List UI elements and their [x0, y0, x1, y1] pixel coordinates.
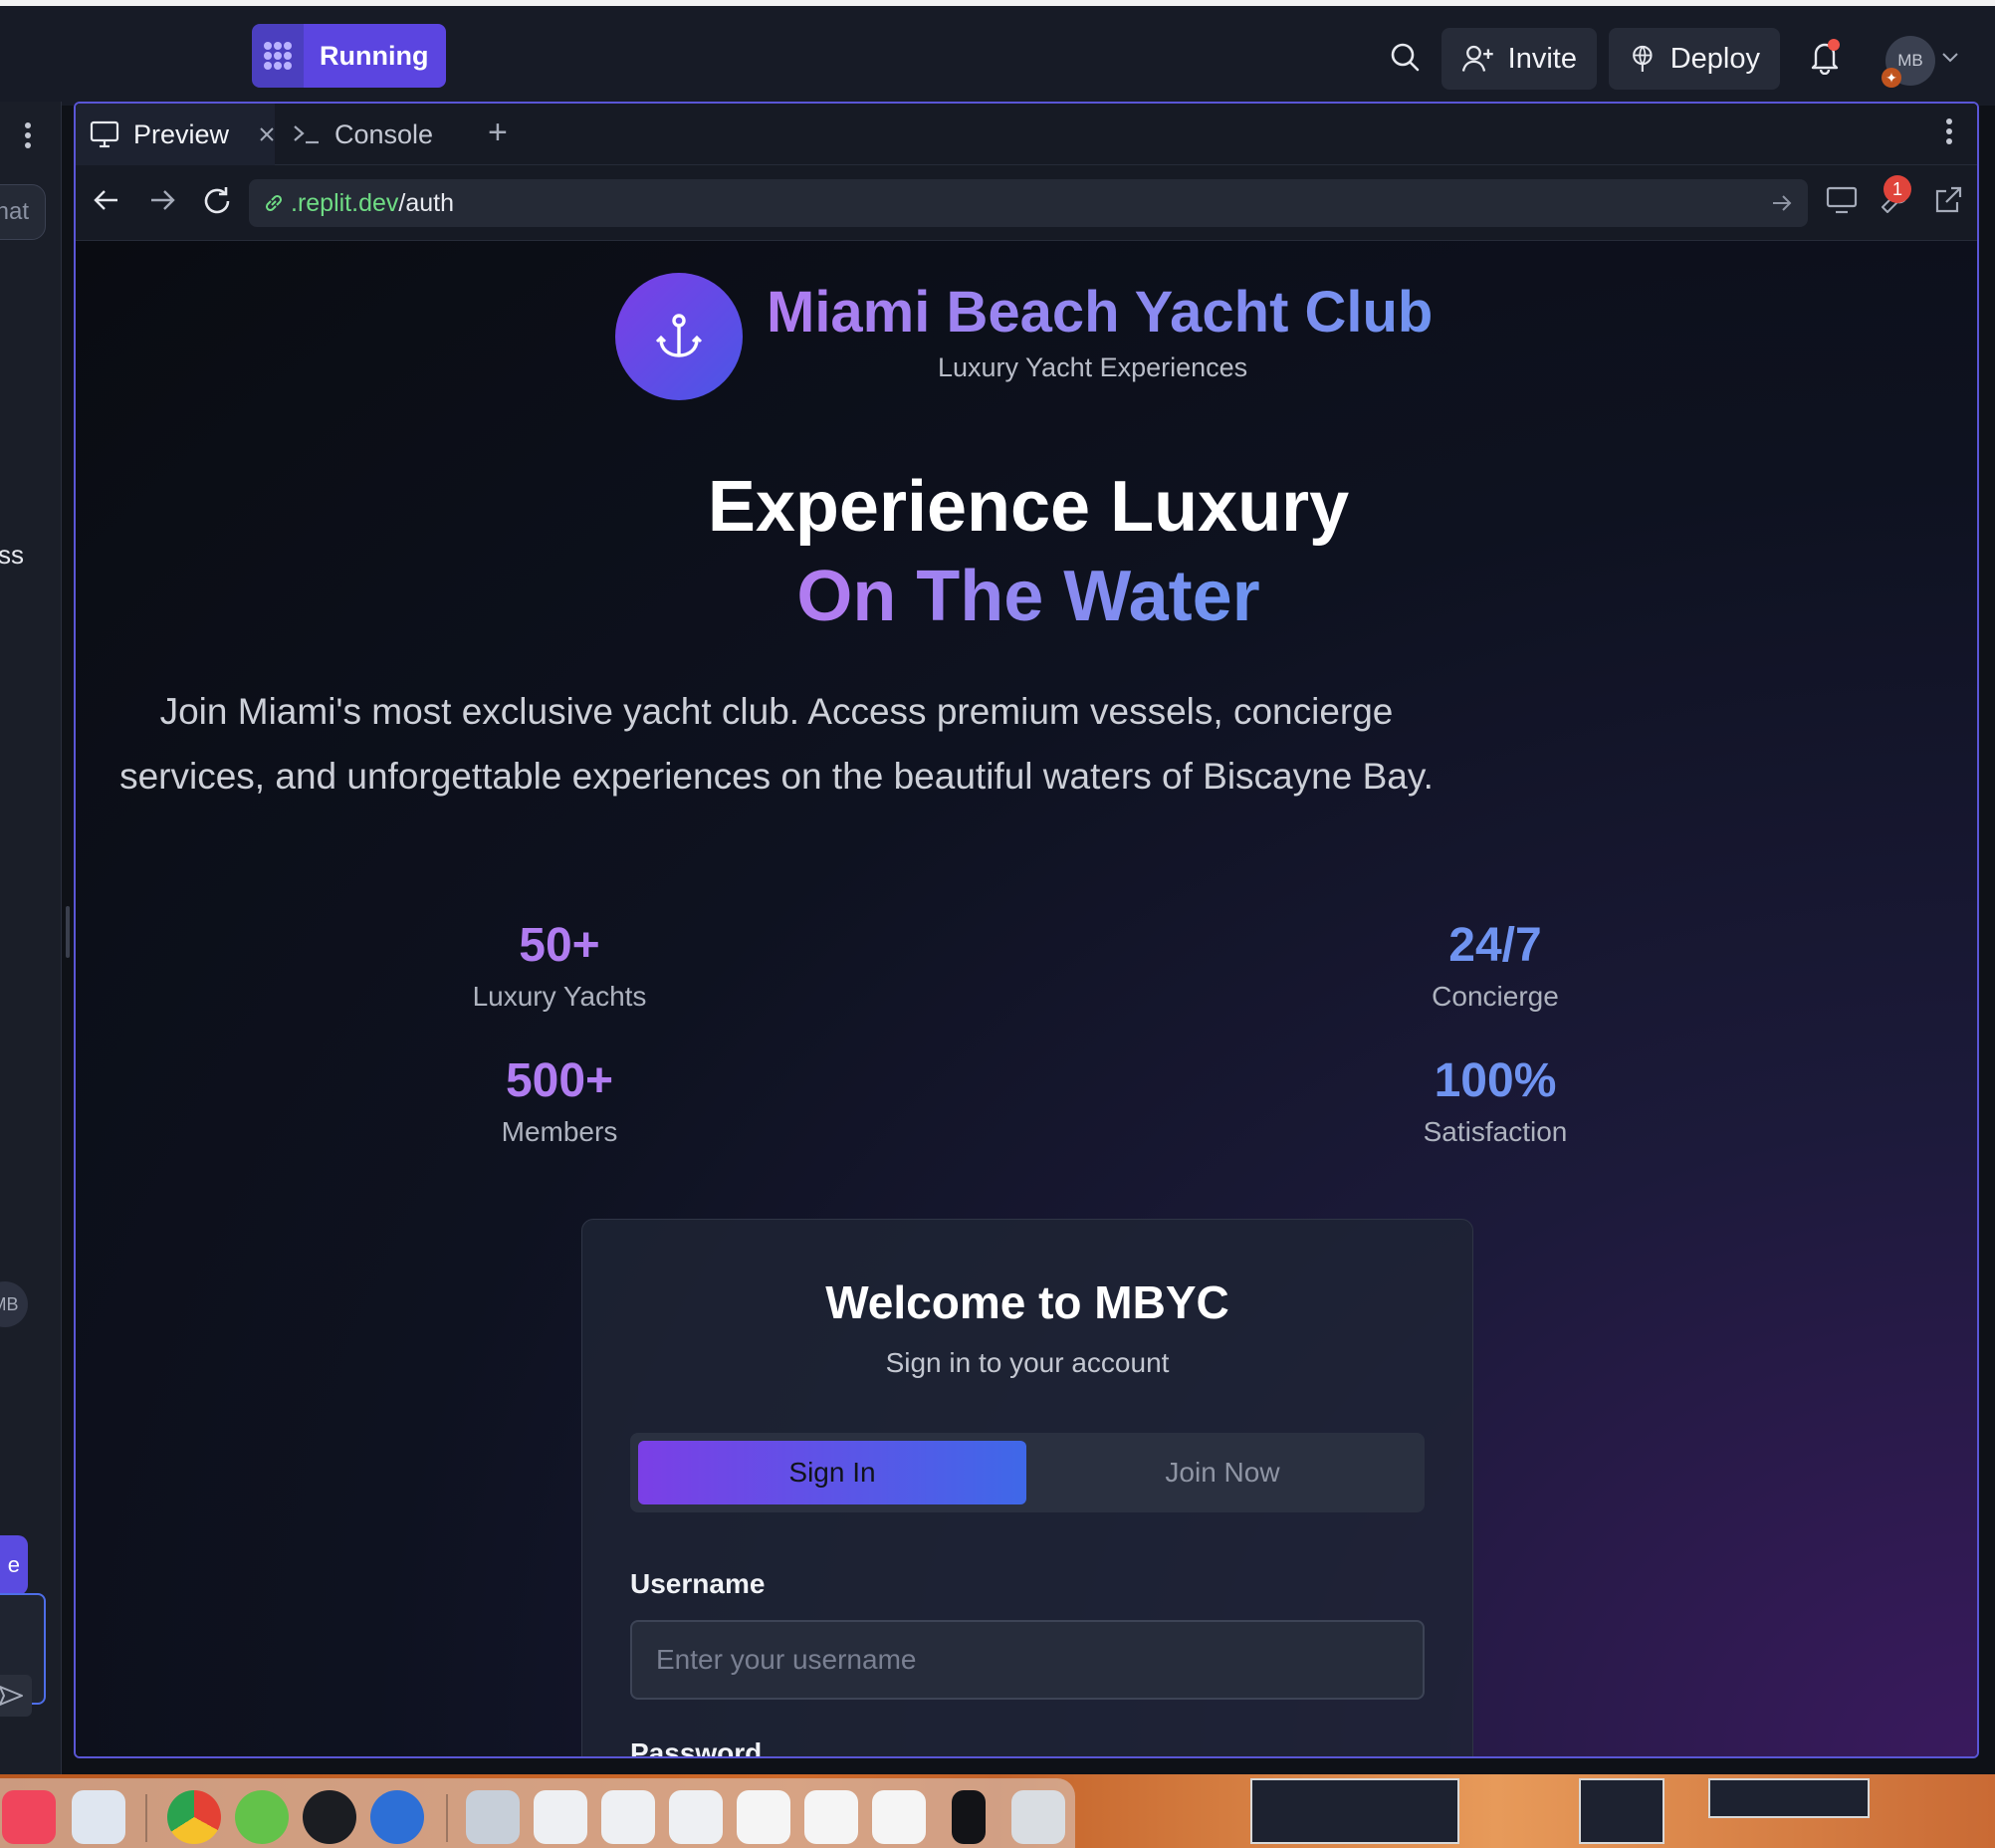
add-user-icon	[1461, 45, 1493, 72]
sidebar-avatar: MB	[0, 1281, 28, 1327]
tab-bar: Preview Console +	[76, 104, 1977, 165]
desktop-thumbnail	[1250, 1778, 1459, 1844]
preview-app-icon[interactable]	[72, 1790, 125, 1844]
phone-thumbnail-icon[interactable]	[952, 1790, 986, 1844]
username-input[interactable]	[630, 1620, 1425, 1700]
invite-button[interactable]: Invite	[1441, 28, 1597, 90]
window-thumbnail-icon[interactable]	[737, 1790, 790, 1844]
brand-title: Miami Beach Yacht Club	[767, 280, 1434, 345]
stat-label: Luxury Yachts	[472, 981, 647, 1012]
window-thumbnail-icon[interactable]	[534, 1790, 587, 1844]
stat-yachts: 50+ Luxury Yachts	[430, 918, 689, 1013]
desktop-thumbnail	[1708, 1778, 1870, 1818]
tab-console-label: Console	[334, 118, 434, 149]
dock-separator	[446, 1794, 448, 1842]
monitor-icon	[90, 120, 119, 148]
tab-sign-in[interactable]: Sign In	[638, 1441, 1026, 1504]
cloud-app-icon[interactable]	[235, 1790, 289, 1844]
hero-heading-accent: On The Water	[76, 556, 1977, 637]
bell-icon	[1811, 39, 1840, 75]
stat-label: Members	[501, 1116, 618, 1147]
tab-preview[interactable]: Preview	[76, 104, 275, 165]
window-thumbnail-icon[interactable]	[466, 1790, 520, 1844]
card-subtitle: Sign in to your account	[885, 1347, 1170, 1378]
external-link-icon[interactable]	[1933, 185, 1963, 215]
stat-value: 50+	[519, 919, 600, 972]
username-label: Username	[630, 1568, 766, 1599]
mission-app-icon[interactable]	[303, 1790, 356, 1844]
more-vertical-icon[interactable]	[24, 121, 32, 149]
back-arrow-icon[interactable]	[92, 185, 121, 215]
link-icon	[265, 194, 283, 212]
hero-description: Join Miami's most exclusive yacht club. …	[119, 691, 1434, 797]
url-field[interactable]: .replit.dev /auth	[249, 179, 1808, 227]
card-title: Welcome to MBYC	[825, 1276, 1229, 1328]
more-vertical-icon[interactable]	[1945, 117, 1953, 145]
auth-tab-switch: Sign In Join Now	[630, 1433, 1425, 1512]
run-icon	[252, 24, 304, 88]
auth-card: Welcome to MBYC Sign in to your account …	[581, 1219, 1473, 1758]
url-path: /auth	[398, 188, 454, 217]
tab-console[interactable]: Console	[277, 104, 476, 165]
close-icon[interactable]	[259, 126, 275, 142]
hero-heading: Experience Luxury	[707, 467, 1350, 547]
stat-members: 500+ Members	[430, 1053, 689, 1148]
send-button[interactable]	[0, 1675, 32, 1717]
avatar-badge-icon: ✦	[1882, 68, 1901, 88]
search-button[interactable]	[1380, 28, 1430, 86]
logo	[615, 273, 743, 400]
url-bar: .replit.dev /auth 1	[76, 165, 1977, 241]
url-domain: .replit.dev	[291, 188, 399, 217]
sidebar-action-tab[interactable]: e	[0, 1535, 28, 1595]
search-icon	[1391, 43, 1420, 72]
stat-value: 24/7	[1448, 919, 1542, 972]
go-arrow-icon[interactable]	[1770, 191, 1794, 215]
chat-tab-fragment[interactable]: hat	[0, 184, 46, 240]
dock	[0, 1774, 1995, 1848]
stat-value: 500+	[505, 1054, 614, 1107]
quicktime-app-icon[interactable]	[370, 1790, 424, 1844]
tab-preview-label: Preview	[132, 118, 230, 149]
desktop-thumbnail	[1579, 1778, 1664, 1844]
resize-handle[interactable]	[66, 906, 70, 958]
window-thumbnail-icon[interactable]	[601, 1790, 655, 1844]
password-label: Password	[630, 1737, 763, 1758]
terminal-icon	[294, 125, 319, 144]
trash-icon[interactable]	[1011, 1790, 1065, 1844]
forward-arrow-icon[interactable]	[147, 185, 177, 215]
window-thumbnail-icon[interactable]	[669, 1790, 723, 1844]
notifications-button[interactable]	[1800, 28, 1850, 86]
add-tab-button[interactable]: +	[488, 114, 508, 152]
deploy-icon	[1633, 45, 1653, 72]
send-icon	[0, 1686, 23, 1706]
deploy-button[interactable]: Deploy	[1609, 28, 1780, 90]
music-app-icon[interactable]	[2, 1790, 56, 1844]
preview-pane: Preview Console + .replit.dev /auth 1 Mi…	[74, 102, 1979, 1758]
device-icon[interactable]	[1826, 185, 1858, 215]
stat-label: Satisfaction	[1423, 1116, 1568, 1147]
run-button[interactable]: Running	[252, 24, 447, 88]
chrome-app-icon[interactable]	[167, 1790, 221, 1844]
dock-separator	[145, 1794, 147, 1842]
sidebar-text-fragment: ss	[0, 540, 24, 570]
stat-concierge: 24/7 Concierge	[1366, 918, 1625, 1013]
window-thumbnail-icon[interactable]	[872, 1790, 926, 1844]
run-button-label: Running	[304, 24, 447, 88]
stat-satisfaction: 100% Satisfaction	[1366, 1053, 1625, 1148]
chevron-down-icon[interactable]	[1941, 52, 1959, 64]
site-page: Miami Beach Yacht Club Luxury Yacht Expe…	[76, 241, 1977, 1758]
anchor-icon	[655, 314, 703, 357]
devtools-badge: 1	[1884, 175, 1911, 203]
deploy-label: Deploy	[1669, 42, 1760, 75]
left-sidebar: hat ss MB e	[0, 102, 62, 1774]
invite-label: Invite	[1507, 42, 1577, 75]
stat-value: 100%	[1434, 1054, 1557, 1107]
stat-label: Concierge	[1432, 981, 1559, 1012]
app-header: Running Invite Deploy MB ✦	[0, 6, 1995, 106]
reload-icon[interactable]	[201, 185, 233, 217]
tab-join-now[interactable]: Join Now	[1028, 1441, 1417, 1504]
window-thumbnail-icon[interactable]	[804, 1790, 858, 1844]
brand-subtitle: Luxury Yacht Experiences	[938, 352, 1248, 382]
